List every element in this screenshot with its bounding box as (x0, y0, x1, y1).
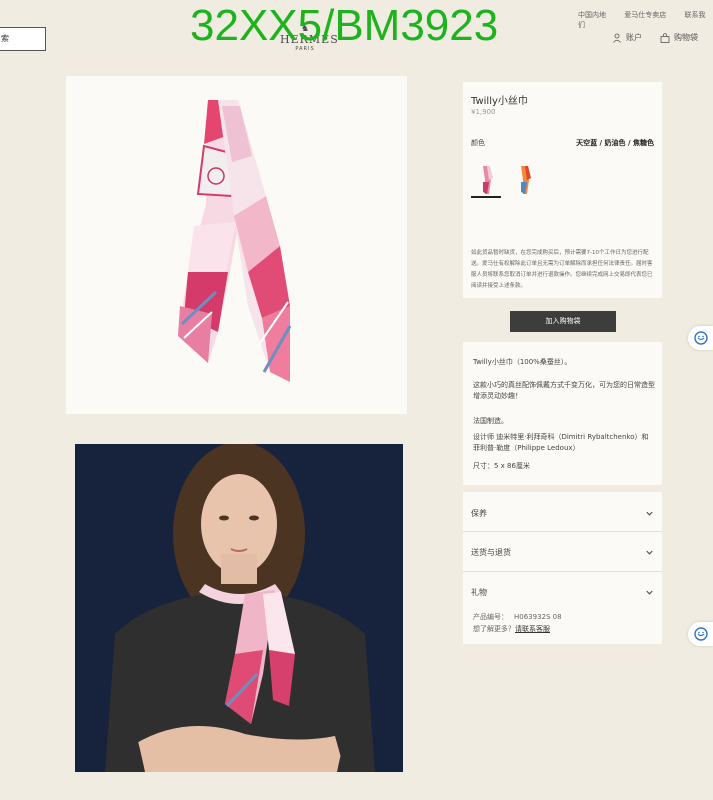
user-icon (613, 33, 621, 43)
product-code-value: H063932S 08 (514, 613, 562, 621)
scarf-illustration (178, 100, 292, 382)
chat-icon (693, 331, 708, 345)
accordion-gift-label: 礼物 (471, 588, 487, 597)
product-name: Twilly小丝巾 (471, 96, 528, 107)
product-image[interactable] (66, 76, 407, 414)
bag-label: 购物袋 (674, 33, 698, 42)
top-links: 中国内地 爱马仕专卖店 联系我们 (578, 10, 713, 30)
accordion-gift[interactable]: 礼物 (463, 583, 662, 603)
chevron-down-icon (646, 511, 653, 516)
desc-size: 尺寸：5 x 86厘米 (473, 462, 530, 470)
desc-body: 这款小巧的真丝配饰佩戴方式千变万化，可为您的日常造型增添灵动妙趣！ (473, 381, 655, 400)
model-illustration (105, 444, 375, 772)
product-code-label: 产品编号： (473, 613, 508, 621)
stock-notice: 如此货品暂时缺货，在您完成购买后，预计需要7-10个工作日为您进行配送。爱马仕有… (471, 250, 653, 289)
model-photo[interactable] (75, 444, 403, 772)
color-value: 天空蓝 / 奶油色 / 焦糖色 (576, 139, 654, 147)
contact-line: 想了解更多？请联系客服 (473, 624, 550, 634)
chat-button[interactable] (688, 326, 713, 350)
watermark-text: 32XX5/BM3923 (190, 1, 499, 50)
product-price: ¥1,900 (471, 108, 496, 116)
bag-icon (660, 32, 670, 43)
header-actions: 账户 购物袋 (612, 32, 698, 43)
desc-origin: 法国制造。 (473, 417, 508, 425)
color-swatch-alternate[interactable] (509, 164, 539, 198)
product-info-card: Twilly小丝巾 ¥1,900 颜色 天空蓝 / 奶油色 / 焦糖色 如此货品… (463, 82, 662, 298)
color-swatch-selected[interactable] (471, 164, 501, 198)
account-label: 账户 (626, 33, 642, 42)
chevron-down-icon (646, 590, 653, 595)
divider (463, 571, 662, 572)
bag-button[interactable]: 购物袋 (660, 32, 698, 43)
add-to-cart-button[interactable]: 加入购物袋 (510, 311, 616, 332)
color-label: 颜色 (471, 139, 485, 147)
search-input[interactable]: 索 (0, 27, 46, 51)
chevron-down-icon (646, 550, 653, 555)
region-link[interactable]: 中国内地 (578, 11, 606, 19)
accordion-care[interactable]: 保养 (463, 504, 662, 524)
accordion-care-label: 保养 (471, 509, 487, 518)
chat-button[interactable] (688, 622, 713, 646)
accordion-delivery[interactable]: 送货与退货 (463, 543, 662, 563)
contact-prefix: 想了解更多？ (473, 625, 515, 633)
divider (463, 531, 662, 532)
desc-designer: 设计师 迪米特里·利拜奇科（Dimitri Rybaltchenko）和菲利普·… (473, 433, 649, 452)
desc-title: Twilly小丝巾（100%桑蚕丝）。 (473, 358, 572, 366)
contact-service-link[interactable]: 请联系客服 (515, 625, 550, 633)
product-code: 产品编号： H063932S 08 (473, 612, 562, 622)
accordion-card: 保养 送货与退货 礼物 产品编号： H063932S 08 想了解更多？请联系客服 (463, 492, 662, 644)
description-card: Twilly小丝巾（100%桑蚕丝）。 这款小巧的真丝配饰佩戴方式千变万化，可为… (463, 342, 662, 485)
accordion-delivery-label: 送货与退货 (471, 548, 511, 557)
stores-link[interactable]: 爱马仕专卖店 (624, 11, 666, 19)
chat-icon (693, 627, 708, 641)
account-button[interactable]: 账户 (612, 32, 642, 43)
